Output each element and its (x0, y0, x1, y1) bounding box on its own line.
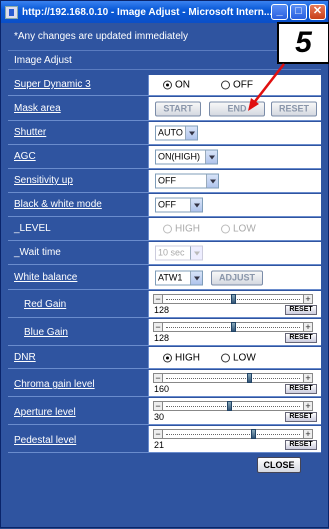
callout-arrow-icon (248, 63, 285, 111)
browser-window: http://192.168.0.10 - Image Adjust - Mic… (0, 0, 329, 528)
